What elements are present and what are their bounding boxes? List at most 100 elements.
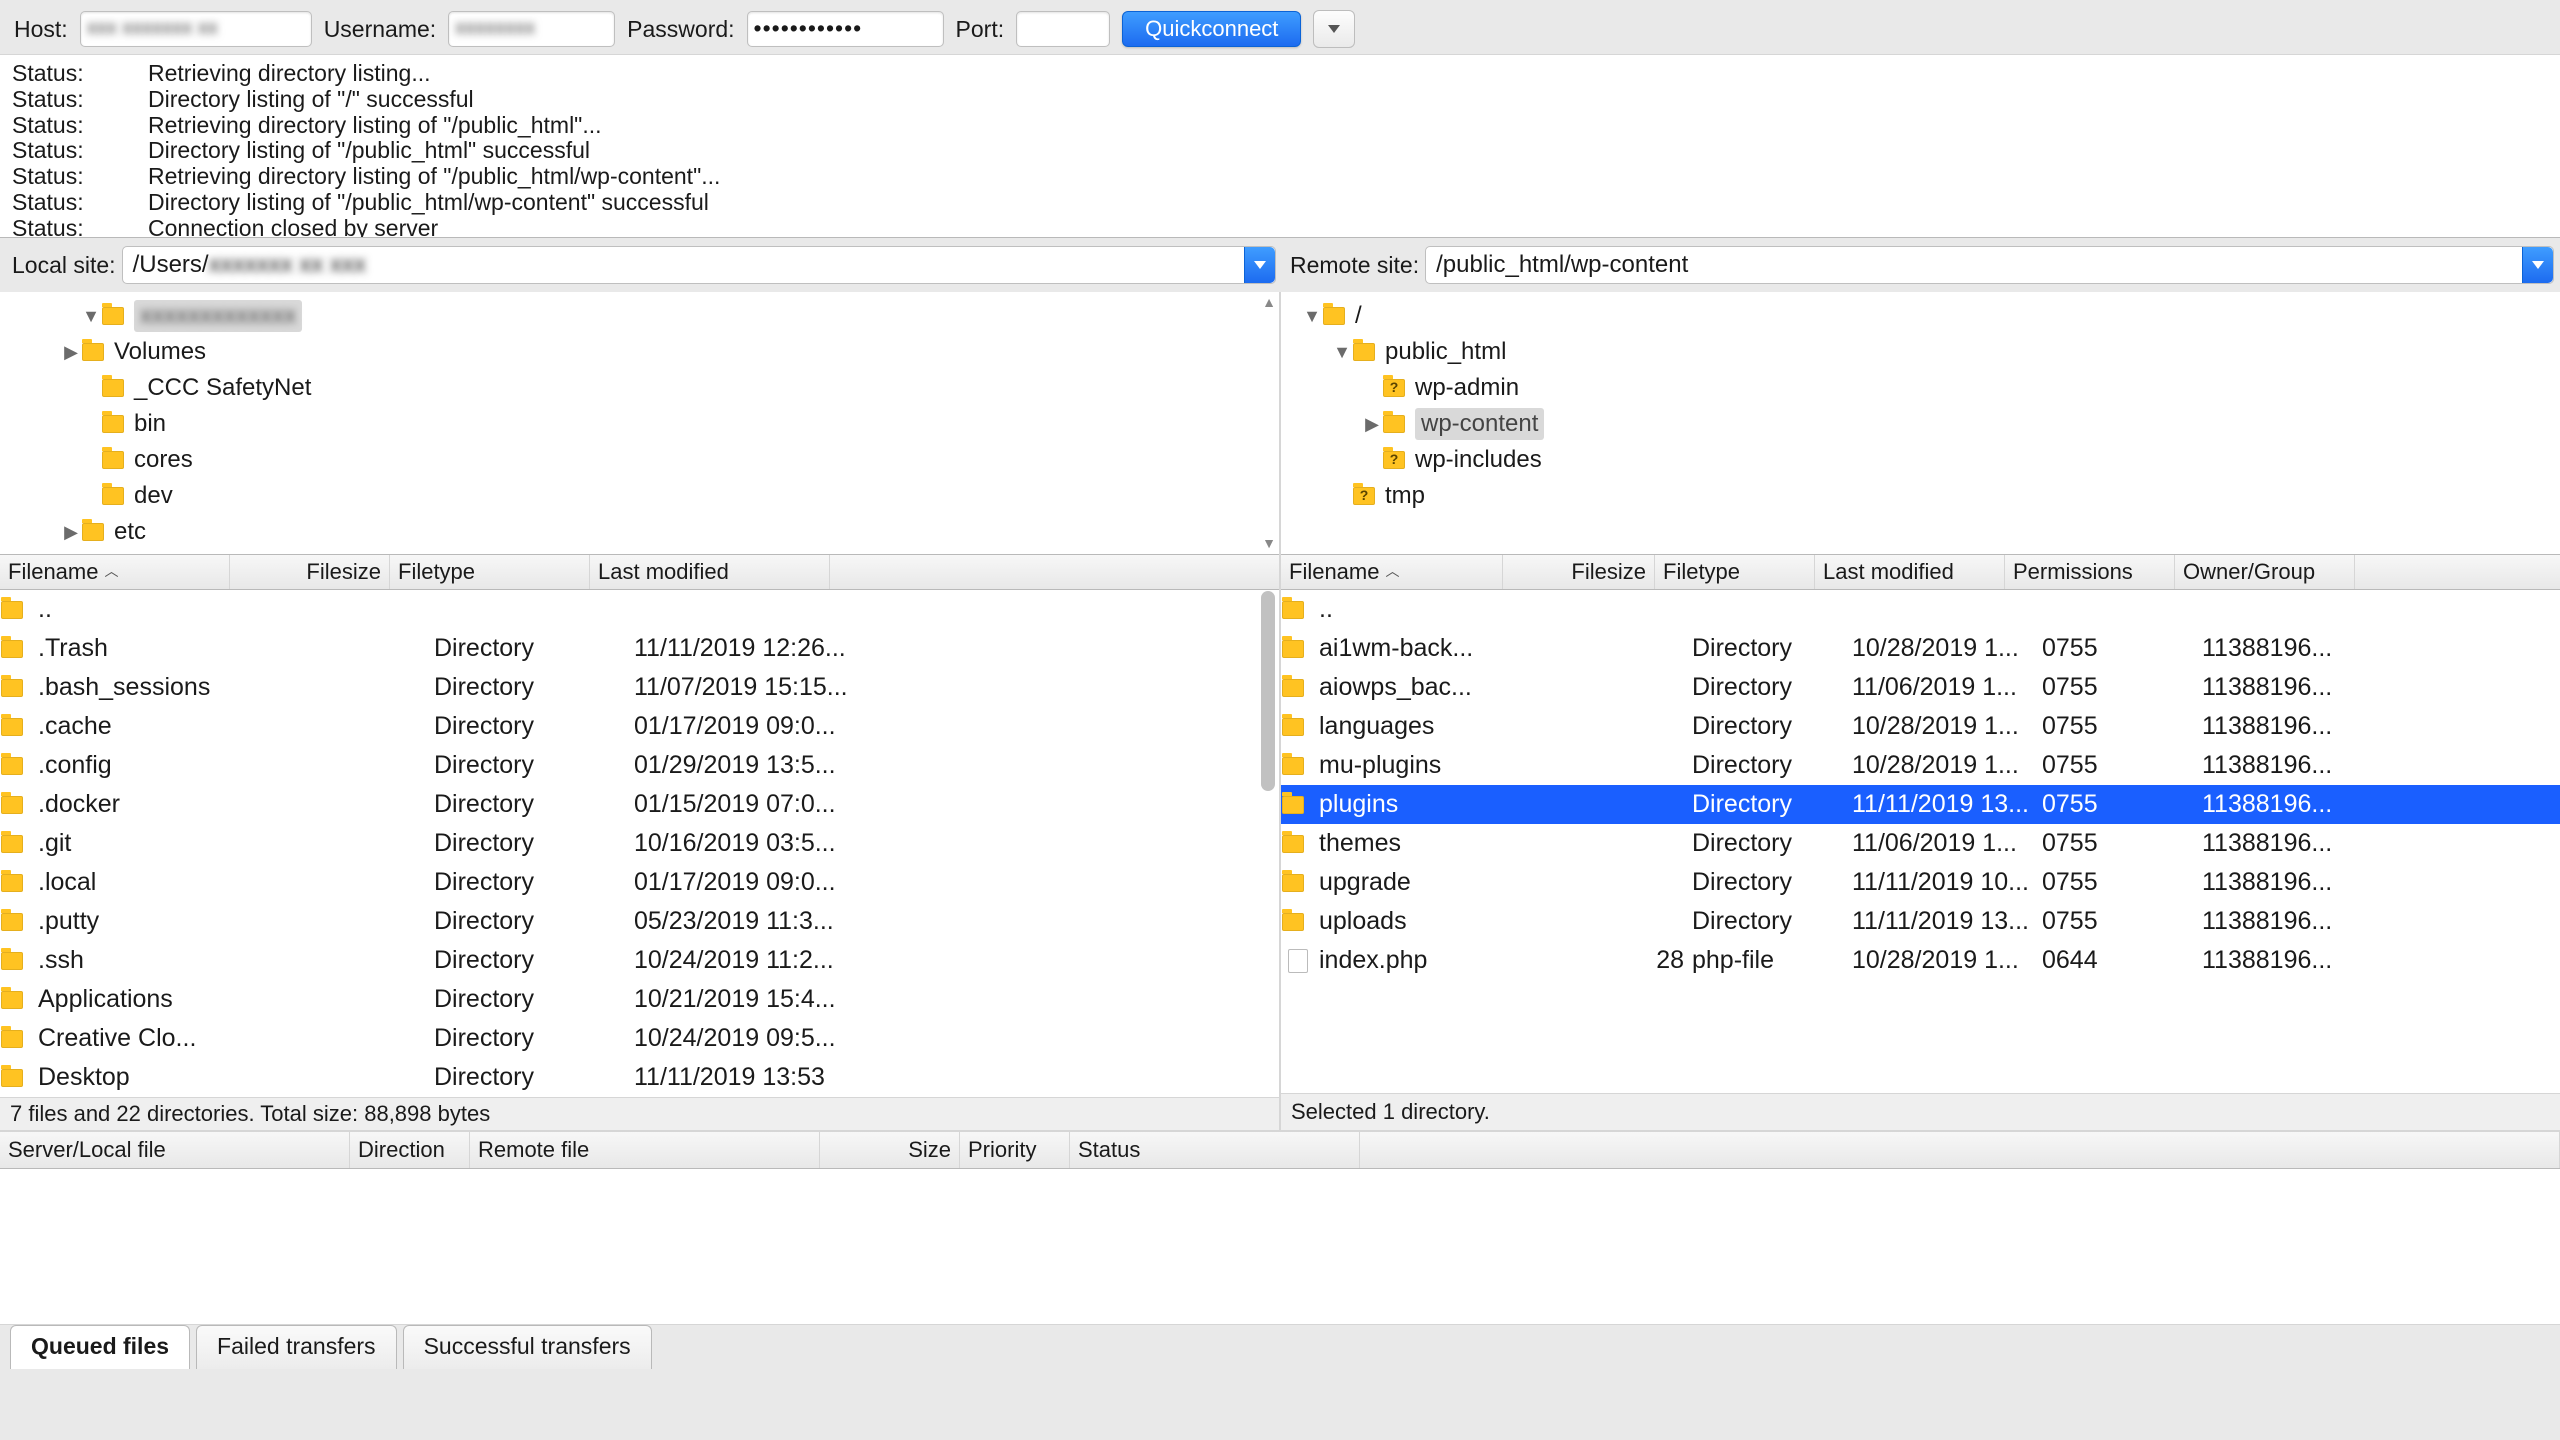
folder-icon <box>1282 835 1304 853</box>
remote-columns-header: Filename︿ Filesize Filetype Last modifie… <box>1281 555 2560 590</box>
folder-icon <box>1323 307 1345 325</box>
file-row[interactable]: themes Directory 11/06/2019 1... 0755 11… <box>1281 824 2560 863</box>
tree-scrollbar[interactable]: ▲ ▼ <box>1261 292 1277 554</box>
password-input[interactable]: •••••••••••• <box>747 11 944 47</box>
disclosure-icon[interactable]: ▶ <box>1361 413 1383 436</box>
scroll-down-icon[interactable]: ▼ <box>1262 535 1276 553</box>
message-log[interactable]: Status:Retrieving directory listing... S… <box>0 55 2560 238</box>
disclosure-icon[interactable]: ▼ <box>80 305 102 328</box>
col-status[interactable]: Status <box>1070 1132 1360 1168</box>
file-row[interactable]: .ssh Directory 10/24/2019 11:2... <box>0 941 1279 980</box>
file-row[interactable]: ai1wm-back... Directory 10/28/2019 1... … <box>1281 629 2560 668</box>
username-input[interactable]: xxxxxxxx <box>448 11 615 47</box>
host-input[interactable]: xxx xxxxxxx xx <box>80 11 312 47</box>
tree-node[interactable]: ▶ etc <box>0 514 1279 550</box>
file-row[interactable]: .. <box>1281 590 2560 629</box>
tab-failed-transfers[interactable]: Failed transfers <box>196 1325 397 1369</box>
file-row[interactable]: .local Directory 01/17/2019 09:0... <box>0 863 1279 902</box>
local-site-combo[interactable]: /Users/xxxxxxx xx xxx <box>122 246 1276 284</box>
file-row[interactable]: plugins Directory 11/11/2019 13... 0755 … <box>1281 785 2560 824</box>
local-file-list[interactable]: Filename︿ Filesize Filetype Last modifie… <box>0 555 1279 1097</box>
col-filetype[interactable]: Filetype <box>1655 555 1815 589</box>
tree-node[interactable]: ▶ wp-content <box>1281 406 2560 442</box>
col-filesize[interactable]: Filesize <box>230 555 390 589</box>
col-server-file[interactable]: Server/Local file <box>0 1132 350 1168</box>
folder-icon <box>1 913 23 931</box>
remote-status: Selected 1 directory. <box>1281 1093 2560 1130</box>
quickconnect-button[interactable]: Quickconnect <box>1122 11 1301 47</box>
tree-node[interactable]: dev <box>0 478 1279 514</box>
col-owner[interactable]: Owner/Group <box>2175 555 2355 589</box>
file-row[interactable]: mu-plugins Directory 10/28/2019 1... 075… <box>1281 746 2560 785</box>
folder-icon <box>1 1030 23 1048</box>
disclosure-icon[interactable]: ▼ <box>1301 305 1323 328</box>
tree-node[interactable]: wp-includes <box>1281 442 2560 478</box>
remote-pane: ▼ / ▼ public_html wp-admin ▶ wp-content … <box>1281 292 2560 1130</box>
local-list-scrollbar[interactable] <box>1259 591 1277 1095</box>
folder-icon <box>1383 451 1405 469</box>
file-row[interactable]: index.php 28 php-file 10/28/2019 1... 06… <box>1281 941 2560 980</box>
tree-node[interactable]: ▼ xxxxxxxxxxxxx <box>0 298 1279 334</box>
col-filetype[interactable]: Filetype <box>390 555 590 589</box>
tree-node[interactable]: _CCC SafetyNet <box>0 370 1279 406</box>
folder-icon <box>1 952 23 970</box>
col-remote-file[interactable]: Remote file <box>470 1132 820 1168</box>
col-filename[interactable]: Filename︿ <box>1281 555 1503 589</box>
file-row[interactable]: .. <box>0 590 1279 629</box>
folder-icon <box>1383 415 1405 433</box>
tree-node[interactable]: tmp <box>1281 478 2560 514</box>
file-row[interactable]: languages Directory 10/28/2019 1... 0755… <box>1281 707 2560 746</box>
file-row[interactable]: .Trash Directory 11/11/2019 12:26... <box>0 629 1279 668</box>
col-permissions[interactable]: Permissions <box>2005 555 2175 589</box>
remote-site-dropdown[interactable] <box>2522 247 2553 283</box>
local-site-dropdown[interactable] <box>1244 247 1275 283</box>
file-row[interactable]: .putty Directory 05/23/2019 11:3... <box>0 902 1279 941</box>
folder-icon <box>1 718 23 736</box>
col-priority[interactable]: Priority <box>960 1132 1070 1168</box>
file-row[interactable]: aiowps_bac... Directory 11/06/2019 1... … <box>1281 668 2560 707</box>
file-row[interactable]: .docker Directory 01/15/2019 07:0... <box>0 785 1279 824</box>
file-row[interactable]: .bash_sessions Directory 11/07/2019 15:1… <box>0 668 1279 707</box>
tree-node[interactable]: ▼ public_html <box>1281 334 2560 370</box>
remote-site-combo[interactable]: /public_html/wp-content <box>1425 246 2554 284</box>
file-row[interactable]: .cache Directory 01/17/2019 09:0... <box>0 707 1279 746</box>
port-input[interactable] <box>1016 11 1110 47</box>
queue-body[interactable] <box>0 1169 2560 1324</box>
remote-file-list[interactable]: Filename︿ Filesize Filetype Last modifie… <box>1281 555 2560 1093</box>
file-row[interactable]: Creative Clo... Directory 10/24/2019 09:… <box>0 1019 1279 1058</box>
folder-icon <box>82 343 104 361</box>
col-modified[interactable]: Last modified <box>1815 555 2005 589</box>
file-row[interactable]: Applications Directory 10/21/2019 15:4..… <box>0 980 1279 1019</box>
file-row[interactable]: .git Directory 10/16/2019 03:5... <box>0 824 1279 863</box>
tab-queued-files[interactable]: Queued files <box>10 1325 190 1369</box>
file-row[interactable]: .config Directory 01/29/2019 13:5... <box>0 746 1279 785</box>
tree-node[interactable]: wp-admin <box>1281 370 2560 406</box>
tree-node[interactable]: cores <box>0 442 1279 478</box>
scroll-up-icon[interactable]: ▲ <box>1262 294 1276 312</box>
quickconnect-history-button[interactable] <box>1313 10 1355 48</box>
disclosure-icon[interactable]: ▼ <box>1331 341 1353 364</box>
folder-icon <box>102 451 124 469</box>
disclosure-icon[interactable]: ▶ <box>60 521 82 544</box>
tree-node[interactable]: bin <box>0 406 1279 442</box>
col-direction[interactable]: Direction <box>350 1132 470 1168</box>
folder-icon <box>1353 343 1375 361</box>
file-row[interactable]: uploads Directory 11/11/2019 13... 0755 … <box>1281 902 2560 941</box>
disclosure-icon[interactable]: ▶ <box>60 341 82 364</box>
local-directory-tree[interactable]: ▼ xxxxxxxxxxxxx ▶ Volumes _CCC SafetyNet… <box>0 292 1279 555</box>
remote-directory-tree[interactable]: ▼ / ▼ public_html wp-admin ▶ wp-content … <box>1281 292 2560 555</box>
transfer-queue: Server/Local file Direction Remote file … <box>0 1130 2560 1324</box>
col-size[interactable]: Size <box>820 1132 960 1168</box>
tab-successful-transfers[interactable]: Successful transfers <box>403 1325 652 1369</box>
site-path-row: Local site: /Users/xxxxxxx xx xxx Remote… <box>0 238 2560 292</box>
chevron-down-icon <box>1328 25 1340 33</box>
tree-node[interactable]: ▼ / <box>1281 298 2560 334</box>
col-filename[interactable]: Filename︿ <box>0 555 230 589</box>
tree-node[interactable]: ▶ Volumes <box>0 334 1279 370</box>
col-filesize[interactable]: Filesize <box>1503 555 1655 589</box>
file-row[interactable]: Desktop Directory 11/11/2019 13:53 <box>0 1058 1279 1097</box>
file-row[interactable]: upgrade Directory 11/11/2019 10... 0755 … <box>1281 863 2560 902</box>
folder-icon <box>1 679 23 697</box>
folder-icon <box>1282 679 1304 697</box>
col-modified[interactable]: Last modified <box>590 555 830 589</box>
